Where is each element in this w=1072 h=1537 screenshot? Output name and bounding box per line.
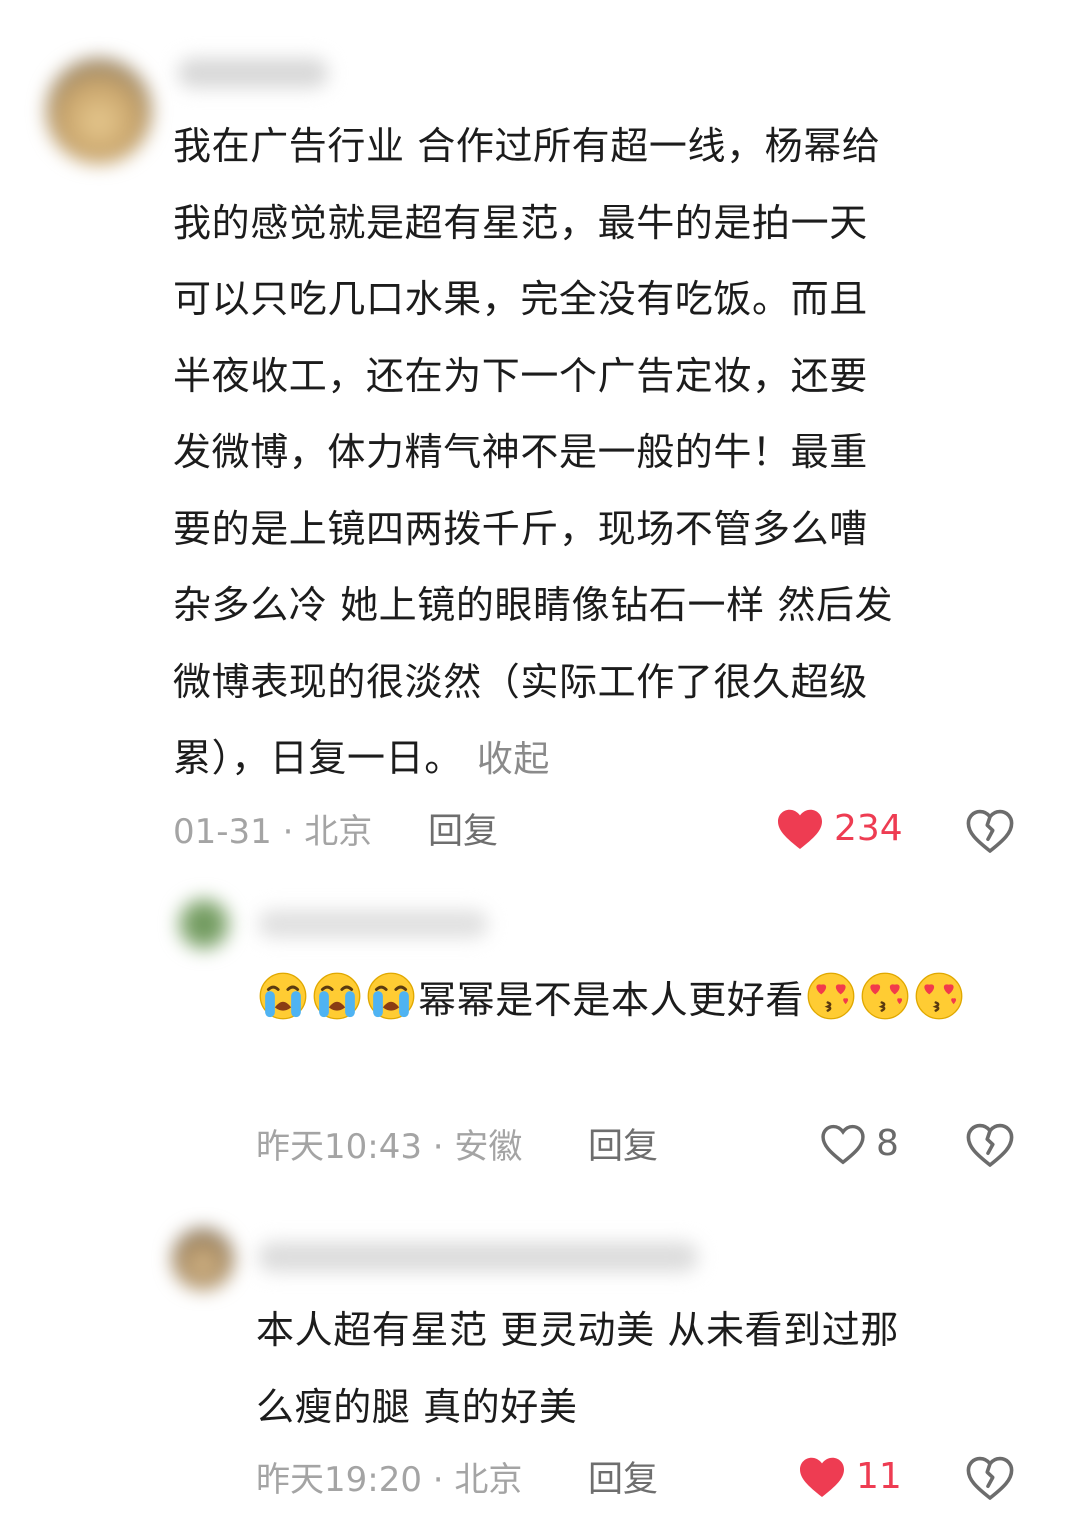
like-count: 8	[876, 1123, 899, 1164]
reply-button[interactable]: 回复	[588, 1460, 658, 1500]
comment-text: 本人超有星范 更灵动美 从未看到过那 么瘦的腿 真的好美	[256, 1292, 1036, 1445]
reply-button[interactable]: 回复	[428, 812, 498, 852]
comment-text: 幂幂是不是本人更好看	[256, 962, 1036, 1039]
broken-heart-icon	[966, 1123, 1014, 1167]
heart-filled-icon	[800, 1457, 844, 1497]
face-blowing-kiss-hearts-emoji	[807, 972, 855, 1020]
like-button[interactable]: 234	[776, 807, 903, 851]
avatar[interactable]	[178, 898, 230, 950]
dislike-button[interactable]	[966, 1122, 1014, 1172]
face-blowing-kiss-hearts-emoji	[915, 972, 963, 1020]
like-button[interactable]: 11	[798, 1455, 902, 1499]
username-blurred[interactable]	[178, 58, 328, 88]
loudly-crying-face-emoji	[367, 972, 415, 1020]
comment-meta: 01-31 · 北京	[173, 812, 373, 852]
comment-meta: 昨天10:43 · 安徽	[256, 1127, 523, 1167]
loudly-crying-face-emoji	[259, 972, 307, 1020]
like-count: 234	[834, 808, 903, 849]
comment-meta: 昨天19:20 · 北京	[256, 1460, 523, 1500]
like-count: 11	[856, 1456, 902, 1497]
username-blurred[interactable]	[258, 910, 488, 938]
comment-body: 本人超有星范 更灵动美 从未看到过那 么瘦的腿 真的好美	[256, 1308, 899, 1429]
heart-filled-icon	[778, 809, 822, 849]
heart-outline-icon	[821, 1124, 865, 1165]
like-button[interactable]: 8	[820, 1122, 899, 1166]
reply-button[interactable]: 回复	[588, 1127, 658, 1167]
broken-heart-icon	[966, 809, 1014, 853]
avatar[interactable]	[46, 58, 152, 164]
avatar[interactable]	[172, 1228, 234, 1290]
loudly-crying-face-emoji	[313, 972, 361, 1020]
broken-heart-icon	[966, 1456, 1014, 1500]
collapse-link[interactable]: 收起	[477, 739, 550, 780]
comment-text: 我在广告行业 合作过所有超一线，杨幂给 我的感觉就是超有星范，最牛的是拍一天 可…	[173, 108, 1033, 799]
dislike-button[interactable]	[966, 808, 1014, 858]
comment-body: 幂幂是不是本人更好看	[418, 978, 805, 1022]
face-blowing-kiss-hearts-emoji	[861, 972, 909, 1020]
dislike-button[interactable]	[966, 1455, 1014, 1505]
username-blurred[interactable]	[258, 1242, 698, 1272]
comment-body: 我在广告行业 合作过所有超一线，杨幂给 我的感觉就是超有星范，最牛的是拍一天 可…	[173, 124, 894, 780]
